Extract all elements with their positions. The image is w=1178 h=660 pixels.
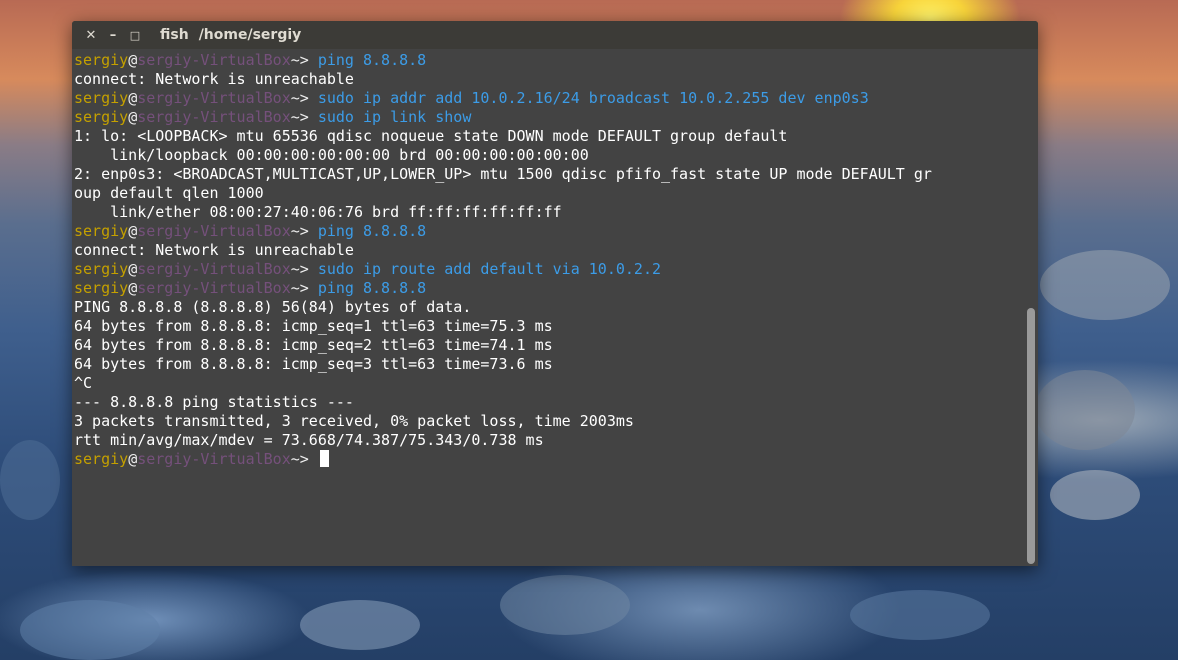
output-line: connect: Network is unreachable <box>74 241 354 259</box>
prompt-user: sergiy <box>74 51 129 69</box>
prompt-symbol: > <box>299 260 318 278</box>
output-line: connect: Network is unreachable <box>74 70 354 88</box>
prompt-at: @ <box>128 108 138 126</box>
prompt-at: @ <box>128 279 138 297</box>
prompt-at: @ <box>128 51 138 69</box>
command-line: sergiy@sergiy-VirtualBox~> ping 8.8.8.8 <box>74 222 1024 241</box>
prompt-symbol: > <box>299 450 318 468</box>
prompt-host: sergiy-VirtualBox <box>137 450 291 468</box>
output-line: 3 packets transmitted, 3 received, 0% pa… <box>74 412 634 430</box>
command-text: ping 8.8.8.8 <box>317 279 427 297</box>
prompt-tilde: ~ <box>290 89 300 107</box>
command-text: sudo ip addr add 10.0.2.16/24 broadcast … <box>317 89 869 107</box>
command-line: sergiy@sergiy-VirtualBox~> ping 8.8.8.8 <box>74 51 1024 70</box>
maximize-icon[interactable]: □ <box>124 29 146 42</box>
command-text: ping 8.8.8.8 <box>317 222 427 240</box>
prompt-at: @ <box>128 450 138 468</box>
scrollbar-thumb[interactable] <box>1027 308 1035 564</box>
output-line: 1: lo: <LOOPBACK> mtu 65536 qdisc noqueu… <box>74 127 788 145</box>
prompt-symbol: > <box>299 108 318 126</box>
terminal-scrollbar[interactable] <box>1027 52 1035 564</box>
output-line: rtt min/avg/max/mdev = 73.668/74.387/75.… <box>74 431 544 449</box>
command-text: sudo ip route add default via 10.0.2.2 <box>317 260 662 278</box>
prompt-host: sergiy-VirtualBox <box>137 279 291 297</box>
prompt-tilde: ~ <box>290 51 300 69</box>
command-line: sergiy@sergiy-VirtualBox~> sudo ip link … <box>74 108 1024 127</box>
output-line: ^C <box>74 374 93 392</box>
prompt-at: @ <box>128 89 138 107</box>
prompt-user: sergiy <box>74 279 129 297</box>
prompt-tilde: ~ <box>290 260 300 278</box>
prompt-host: sergiy-VirtualBox <box>137 222 291 240</box>
prompt-at: @ <box>128 222 138 240</box>
prompt-symbol: > <box>299 51 318 69</box>
window-title-path: /home/sergiy <box>198 27 302 43</box>
prompt-user: sergiy <box>74 108 129 126</box>
command-text: sudo ip link show <box>317 108 472 126</box>
prompt-symbol: > <box>299 89 318 107</box>
prompt-host: sergiy-VirtualBox <box>137 51 291 69</box>
text-cursor[interactable] <box>319 450 329 467</box>
command-line: sergiy@sergiy-VirtualBox~> sudo ip route… <box>74 260 1024 279</box>
active-prompt-line: sergiy@sergiy-VirtualBox~> <box>74 450 1024 469</box>
prompt-host: sergiy-VirtualBox <box>137 108 291 126</box>
window-title: fish <box>160 27 189 43</box>
command-line: sergiy@sergiy-VirtualBox~> sudo ip addr … <box>74 89 1024 108</box>
prompt-tilde: ~ <box>290 279 300 297</box>
output-line: 64 bytes from 8.8.8.8: icmp_seq=2 ttl=63… <box>74 336 553 354</box>
output-line: link/loopback 00:00:00:00:00:00 brd 00:0… <box>74 146 589 164</box>
prompt-symbol: > <box>299 279 318 297</box>
output-line: 64 bytes from 8.8.8.8: icmp_seq=3 ttl=63… <box>74 355 553 373</box>
prompt-user: sergiy <box>74 450 129 468</box>
minimize-icon[interactable]: – <box>102 28 124 43</box>
command-line: sergiy@sergiy-VirtualBox~> ping 8.8.8.8 <box>74 279 1024 298</box>
prompt-at: @ <box>128 260 138 278</box>
terminal-window[interactable]: ✕ – □ fish /home/sergiy sergiy@sergiy-Vi… <box>72 21 1038 566</box>
output-line: 64 bytes from 8.8.8.8: icmp_seq=1 ttl=63… <box>74 317 553 335</box>
prompt-user: sergiy <box>74 260 129 278</box>
prompt-tilde: ~ <box>290 222 300 240</box>
command-text: ping 8.8.8.8 <box>317 51 427 69</box>
prompt-tilde: ~ <box>290 450 300 468</box>
prompt-user: sergiy <box>74 222 129 240</box>
output-line: PING 8.8.8.8 (8.8.8.8) 56(84) bytes of d… <box>74 298 472 316</box>
prompt-symbol: > <box>299 222 318 240</box>
output-line: --- 8.8.8.8 ping statistics --- <box>74 393 354 411</box>
prompt-host: sergiy-VirtualBox <box>137 89 291 107</box>
terminal-output[interactable]: sergiy@sergiy-VirtualBox~> ping 8.8.8.8 c… <box>74 49 1024 566</box>
prompt-host: sergiy-VirtualBox <box>137 260 291 278</box>
output-line: 2: enp0s3: <BROADCAST,MULTICAST,UP,LOWER… <box>74 165 932 183</box>
output-line: link/ether 08:00:27:40:06:76 brd ff:ff:f… <box>74 203 562 221</box>
window-titlebar[interactable]: ✕ – □ fish /home/sergiy <box>72 21 1038 49</box>
prompt-user: sergiy <box>74 89 129 107</box>
prompt-tilde: ~ <box>290 108 300 126</box>
output-line: oup default qlen 1000 <box>74 184 264 202</box>
close-icon[interactable]: ✕ <box>80 28 102 43</box>
